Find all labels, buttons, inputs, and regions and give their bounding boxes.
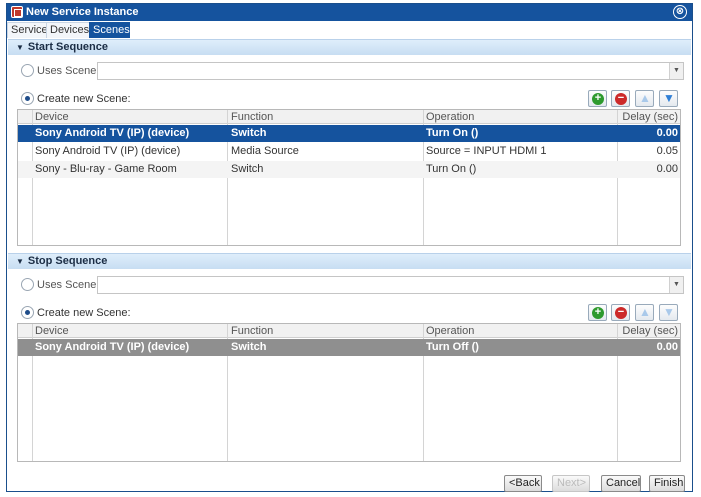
delay-cell: 0.05 <box>656 145 678 157</box>
dropdown-arrow-icon[interactable]: ▼ <box>669 277 683 293</box>
stop-move-up-button[interactable]: ▲ <box>635 304 654 321</box>
start-uses-scene-radio[interactable] <box>21 64 34 77</box>
function-cell: Switch <box>231 163 264 175</box>
cancel-button[interactable]: Cancel <box>601 475 641 492</box>
device-cell: Sony - Blu-ray - Game Room <box>35 163 177 175</box>
function-cell: Media Source <box>231 145 299 157</box>
column-header-delay[interactable]: Delay (sec) <box>620 324 678 338</box>
operation-cell: Source = INPUT HDMI 1 <box>426 145 547 157</box>
stop-uses-scene-label: Uses Scene: <box>37 279 100 291</box>
column-header-operation[interactable]: Operation <box>426 324 474 338</box>
add-icon: + <box>592 93 604 105</box>
column-header-function[interactable]: Function <box>231 110 273 124</box>
stop-sequence-title: Stop Sequence <box>27 255 108 267</box>
table-row[interactable]: Sony Android TV (IP) (device) Switch Tur… <box>18 125 680 142</box>
tab-service[interactable]: Service <box>7 22 48 38</box>
table-header: Device Function Operation Delay (sec) <box>18 324 680 338</box>
arrow-up-icon: ▲ <box>639 305 651 319</box>
column-header-function[interactable]: Function <box>231 324 273 338</box>
remove-icon: − <box>615 307 627 319</box>
operation-cell: Turn On () <box>426 163 477 175</box>
stop-remove-button[interactable]: − <box>611 304 630 321</box>
arrow-down-icon: ▼ <box>663 91 675 105</box>
delay-cell: 0.00 <box>656 163 678 175</box>
arrow-up-icon: ▲ <box>639 91 651 105</box>
stop-sequence-header[interactable]: ▼ Stop Sequence <box>8 253 691 269</box>
dropdown-arrow-icon[interactable]: ▼ <box>669 63 683 79</box>
stop-add-button[interactable]: + <box>588 304 607 321</box>
start-create-new-radio[interactable] <box>21 92 34 105</box>
start-create-new-option[interactable]: Create new Scene: <box>21 91 141 107</box>
column-header-device[interactable]: Device <box>35 324 69 338</box>
operation-cell: Turn Off () <box>426 341 479 353</box>
function-cell: Switch <box>231 127 267 139</box>
stop-create-new-radio[interactable] <box>21 306 34 319</box>
app-icon <box>11 6 23 18</box>
stop-create-new-option[interactable]: Create new Scene: <box>21 305 141 321</box>
title-bar: New Service Instance ⊗ <box>7 4 692 21</box>
column-header-operation[interactable]: Operation <box>426 110 474 124</box>
delay-cell: 0.00 <box>656 127 678 139</box>
collapse-caret-icon: ▼ <box>16 43 24 52</box>
start-move-down-button[interactable]: ▼ <box>659 90 678 107</box>
function-cell: Switch <box>231 341 267 353</box>
device-cell: Sony Android TV (IP) (device) <box>35 127 190 139</box>
table-row[interactable]: Sony - Blu-ray - Game Room Switch Turn O… <box>18 161 680 178</box>
collapse-caret-icon: ▼ <box>16 257 24 266</box>
stop-sequence-table: Device Function Operation Delay (sec) So… <box>17 323 681 462</box>
operation-cell: Turn On () <box>426 127 479 139</box>
device-cell: Sony Android TV (IP) (device) <box>35 145 181 157</box>
table-row[interactable]: Sony Android TV (IP) (device) Media Sour… <box>18 143 680 160</box>
start-uses-scene-select[interactable]: ▼ <box>97 62 684 80</box>
stop-move-down-button[interactable]: ▼ <box>659 304 678 321</box>
add-icon: + <box>592 307 604 319</box>
stop-uses-scene-option[interactable]: Uses Scene: <box>21 277 101 293</box>
window-title: New Service Instance <box>26 6 139 18</box>
start-add-button[interactable]: + <box>588 90 607 107</box>
table-row[interactable]: Sony Android TV (IP) (device) Switch Tur… <box>18 339 680 356</box>
stop-uses-scene-radio[interactable] <box>21 278 34 291</box>
start-sequence-header[interactable]: ▼ Start Sequence <box>8 39 691 55</box>
start-move-up-button[interactable]: ▲ <box>635 90 654 107</box>
start-sequence-table: Device Function Operation Delay (sec) So… <box>17 109 681 246</box>
new-service-instance-dialog: New Service Instance ⊗ Service Devices S… <box>6 3 693 492</box>
start-create-new-label: Create new Scene: <box>37 93 131 105</box>
column-header-device[interactable]: Device <box>35 110 69 124</box>
device-cell: Sony Android TV (IP) (device) <box>35 341 190 353</box>
tab-devices[interactable]: Devices <box>46 22 90 38</box>
next-button[interactable]: Next> <box>552 475 590 492</box>
stop-create-new-label: Create new Scene: <box>37 307 131 319</box>
finish-button[interactable]: Finish <box>649 475 685 492</box>
start-uses-scene-label: Uses Scene: <box>37 65 100 77</box>
back-button[interactable]: <Back <box>504 475 542 492</box>
column-header-delay[interactable]: Delay (sec) <box>620 110 678 124</box>
close-icon[interactable]: ⊗ <box>673 5 687 19</box>
tab-scenes[interactable]: Scenes <box>89 22 130 38</box>
stop-uses-scene-select[interactable]: ▼ <box>97 276 684 294</box>
start-uses-scene-option[interactable]: Uses Scene: <box>21 63 101 79</box>
remove-icon: − <box>615 93 627 105</box>
delay-cell: 0.00 <box>656 341 678 353</box>
start-remove-button[interactable]: − <box>611 90 630 107</box>
start-sequence-title: Start Sequence <box>27 41 109 53</box>
table-header: Device Function Operation Delay (sec) <box>18 110 680 124</box>
arrow-down-icon: ▼ <box>663 305 675 319</box>
